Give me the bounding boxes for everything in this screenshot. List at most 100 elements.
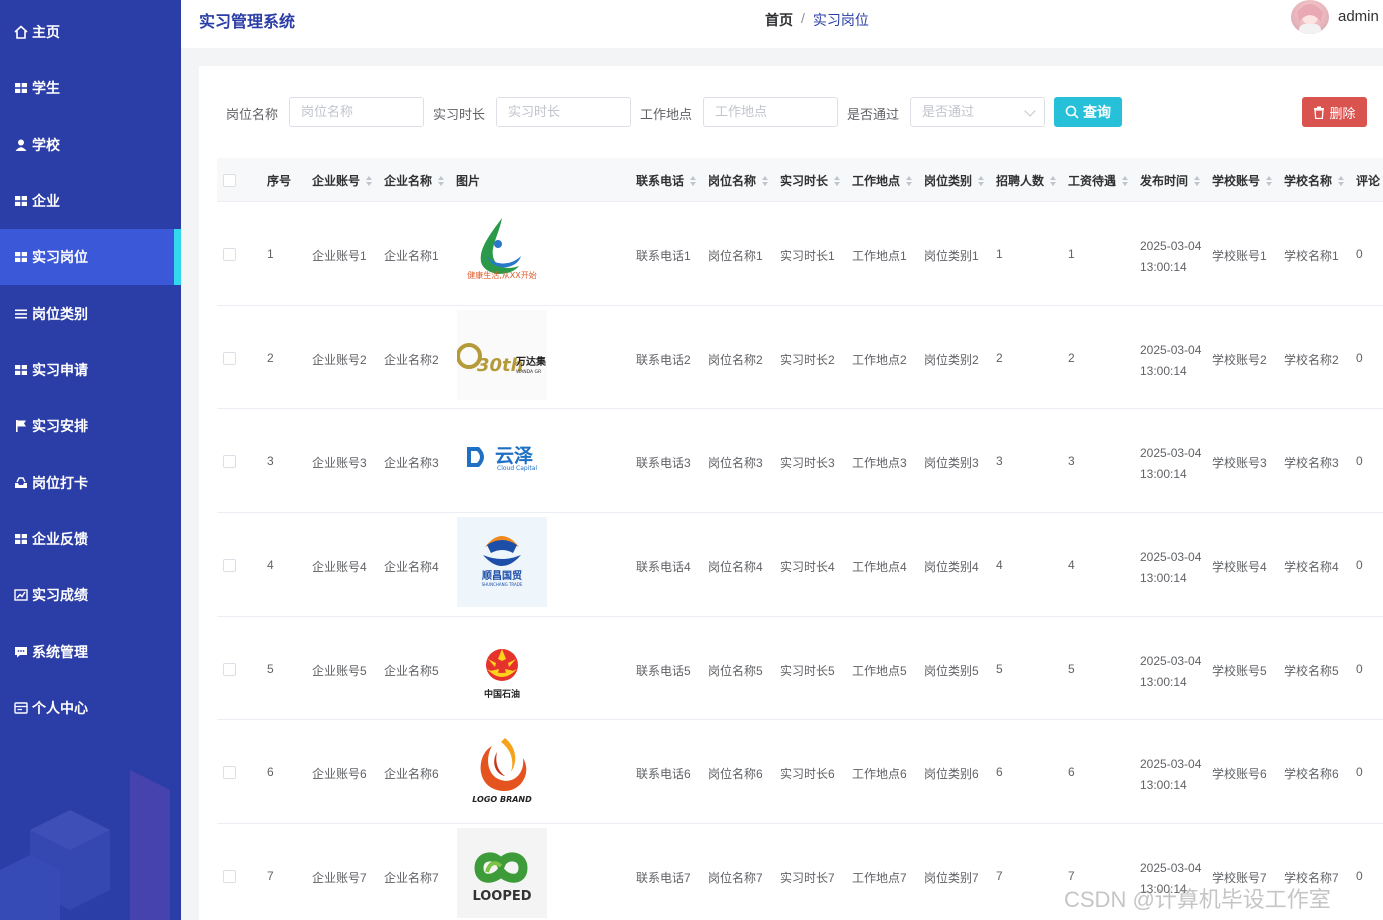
logo-caption-cn: 顺昌国贸 [482, 569, 522, 582]
sort-icon[interactable] [438, 175, 445, 186]
sidebar-item-4[interactable]: 企业 [0, 173, 181, 229]
sort-icon[interactable] [1266, 175, 1273, 186]
company-logo-image[interactable]: 中国石油 [457, 620, 547, 711]
cell-school: 学校名称1 [1284, 249, 1339, 263]
column-header-13[interactable]: 学校账号 [1212, 172, 1273, 189]
sort-icon[interactable] [1050, 175, 1057, 186]
duration-input[interactable]: 实习时长 [496, 97, 631, 127]
column-header-5[interactable]: 联系电话 [636, 172, 697, 189]
table-row[interactable]: 5 企业账号5 企业名称5 联系电话5 岗位名称5 实习时长5 工作地点5 岗位类别5 5 5 学校… [217, 617, 1383, 721]
row-checkbox[interactable] [223, 870, 236, 884]
username[interactable]: admin [1338, 8, 1379, 25]
table-row[interactable]: 1 企业账号1 企业名称1 联系电话1 岗位名称1 实习时长1 工作地点1 岗位类别1 1 1 学校… [217, 202, 1383, 306]
sidebar-item-12[interactable]: 系统管理 [0, 624, 181, 680]
cell-phone: 联系电话2 [636, 352, 691, 367]
sidebar-item-3[interactable]: 学校 [0, 117, 181, 173]
company-logo-image[interactable]: 健康生活,从XX开始 [457, 206, 547, 296]
breadcrumb-home[interactable]: 首页 [765, 10, 793, 30]
approved-label: 是否通过 [847, 107, 900, 122]
location-input[interactable]: 工作地点 [703, 97, 838, 127]
sort-icon[interactable] [1194, 175, 1201, 186]
column-header-11[interactable]: 工资待遇 [1068, 172, 1129, 189]
sidebar-item-1[interactable]: 主页 [0, 4, 181, 60]
card-icon [14, 701, 28, 715]
sidebar: 主页 学生 学校 企业实习岗位岗位类别 实习申请 实习安排 岗位打卡 企业反馈 实习成绩 系统管理… [0, 0, 181, 920]
table-row[interactable]: 6 企业账号6 企业名称6 联系电话6 岗位名称6 实习时长6 工作地点6 岗位类别6 6 6 学校… [217, 720, 1383, 825]
sort-icon[interactable] [366, 175, 373, 186]
sidebar-item-7[interactable]: 实习申请 [0, 342, 181, 398]
cell-phone: 联系电话1 [636, 249, 691, 263]
row-checkbox[interactable] [223, 455, 236, 469]
sidebar-item-label: 实习岗位 [32, 249, 88, 265]
publish-time: 13:00:14 [1140, 363, 1187, 378]
company-logo-image[interactable]: 云泽 Cloud Capital [457, 413, 547, 504]
column-header-6[interactable]: 岗位名称 [708, 172, 769, 189]
company-logo-image[interactable]: LOOPED [457, 828, 547, 919]
sort-icon[interactable] [690, 175, 697, 186]
cell-place: 工作地点5 [852, 663, 907, 678]
sidebar-item-2[interactable]: 学生 [0, 60, 181, 116]
sidebar-item-10[interactable]: 企业反馈 [0, 511, 181, 567]
sidebar-item-6[interactable]: 岗位类别 [0, 286, 181, 342]
column-header-label: 序号 [267, 174, 292, 188]
column-header-label: 实习时长 [780, 174, 829, 188]
cell-name: 企业名称4 [384, 560, 439, 575]
column-header-12[interactable]: 发布时间 [1140, 172, 1201, 189]
column-header-7[interactable]: 实习时长 [780, 172, 841, 189]
logo-caption-en: SHUNCHANG TRADE [482, 582, 523, 587]
column-header-8[interactable]: 工作地点 [852, 172, 913, 189]
row-checkbox[interactable] [223, 248, 236, 261]
sidebar-decoration [0, 770, 170, 920]
column-header-9[interactable]: 岗位类别 [924, 172, 985, 189]
publish-date: 2025-03-04 [1140, 239, 1202, 253]
sort-icon[interactable] [906, 175, 913, 186]
column-header-10[interactable]: 招聘人数 [996, 172, 1057, 189]
inbox-icon [14, 476, 28, 490]
column-header-2[interactable]: 企业账号 [312, 172, 373, 189]
sidebar-item-9[interactable]: 岗位打卡 [0, 455, 181, 511]
table-header: 序号 企业账号 企业名称 图片 联系电话 岗位名称 实习时长 工作地点 岗位类别 招聘人数 工资待遇… [217, 158, 1383, 202]
sidebar-item-label: 个人中心 [32, 700, 88, 716]
cell-comment: 0 [1356, 765, 1363, 780]
query-button[interactable]: 查询 [1054, 97, 1122, 127]
column-header-3[interactable]: 企业名称 [384, 172, 445, 189]
table-row[interactable]: 2 企业账号2 企业名称2 联系电话2 岗位名称2 实习时长2 工作地点2 岗位类别2 2 2 学校… [217, 306, 1383, 410]
row-checkbox[interactable] [223, 559, 236, 573]
row-checkbox[interactable] [223, 662, 236, 676]
breadcrumb: 首页 / 实习岗位 [765, 10, 869, 30]
row-checkbox[interactable] [223, 766, 236, 780]
breadcrumb-separator: / [801, 10, 805, 26]
table-row[interactable]: 4 企业账号4 企业名称4 联系电话4 岗位名称4 实习时长4 工作地点4 岗位类别4 4 4 学校… [217, 513, 1383, 617]
sort-icon[interactable] [834, 175, 841, 186]
watermark: CSDN @计算机毕设工作室 [1064, 887, 1331, 912]
cell-phone: 联系电话4 [636, 560, 691, 575]
sort-icon[interactable] [762, 175, 769, 186]
sort-icon[interactable] [1122, 175, 1129, 186]
table-row[interactable]: 3 企业账号3 企业名称3 联系电话3 岗位名称3 实习时长3 工作地点3 岗位类别3 3 3 学校… [217, 409, 1383, 514]
cell-count: 1 [996, 247, 1003, 261]
sidebar-item-13[interactable]: 个人中心 [0, 680, 181, 736]
cell-name: 企业名称3 [384, 456, 439, 471]
sidebar-item-8[interactable]: 实习安排 [0, 398, 181, 454]
sort-icon[interactable] [978, 175, 985, 186]
query-button-label: 查询 [1083, 104, 1111, 120]
column-header-label: 联系电话 [636, 174, 685, 188]
sort-icon[interactable] [1338, 175, 1345, 186]
approved-select-placeholder: 是否通过 [922, 104, 975, 119]
select-all-checkbox[interactable] [223, 174, 236, 187]
cell-account: 企业账号1 [312, 249, 367, 263]
company-logo-image[interactable]: 30th 万达集 WANDA GR [457, 309, 547, 400]
company-logo-image[interactable]: LOGO BRAND [457, 724, 547, 815]
delete-button[interactable]: 删除 [1302, 97, 1367, 127]
sidebar-item-5[interactable]: 实习岗位 [0, 229, 181, 285]
cell-salary: 3 [1068, 454, 1075, 469]
avatar[interactable] [1291, 0, 1329, 34]
cell-salary: 1 [1068, 247, 1075, 261]
approved-select[interactable]: 是否通过 [910, 97, 1045, 127]
company-logo-image[interactable]: 顺昌国贸 SHUNCHANG TRADE [457, 517, 547, 608]
job-name-input[interactable]: 岗位名称 [289, 97, 424, 127]
cell-name: 企业名称1 [384, 249, 439, 263]
column-header-14[interactable]: 学校名称 [1284, 172, 1345, 189]
row-checkbox[interactable] [223, 351, 236, 365]
sidebar-item-11[interactable]: 实习成绩 [0, 567, 181, 623]
